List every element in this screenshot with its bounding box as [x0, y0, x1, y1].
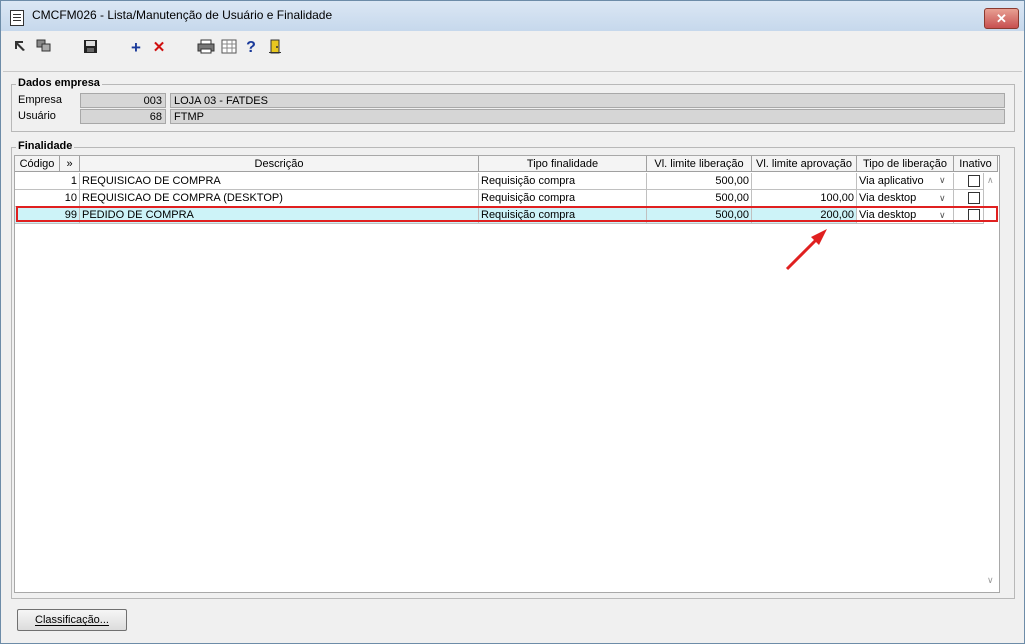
finalidade-legend: Finalidade	[16, 140, 75, 152]
title-bar[interactable]: CMCFM026 - Lista/Manutenção de Usuário e…	[1, 1, 1024, 31]
finalidade-grid[interactable]: Código » Descrição Tipo finalidade Vl. l…	[14, 155, 1000, 593]
toolbar: + ✕ ?	[1, 32, 1024, 62]
help-icon[interactable]: ?	[244, 39, 258, 56]
header-limite-liberacao[interactable]: Vl. limite liberação	[647, 156, 752, 172]
tipo-liberacao-value: Via desktop	[859, 209, 917, 221]
cell-descricao[interactable]: REQUISICAO DE COMPRA (DESKTOP)	[80, 190, 479, 207]
main-window: CMCFM026 - Lista/Manutenção de Usuário e…	[0, 0, 1025, 644]
close-button[interactable]: ✕	[984, 8, 1019, 29]
header-limite-aprovacao[interactable]: Vl. limite aprovação	[752, 156, 857, 172]
print-icon[interactable]	[197, 39, 215, 56]
inativo-checkbox[interactable]	[968, 175, 980, 187]
add-icon[interactable]: +	[129, 39, 143, 56]
cell-limite-liberacao[interactable]: 500,00	[647, 207, 752, 224]
cell-limite-aprovacao[interactable]: 100,00	[752, 190, 857, 207]
window-title: CMCFM026 - Lista/Manutenção de Usuário e…	[32, 8, 333, 22]
vertical-scrollbar[interactable]: ∧ ∨	[984, 172, 998, 591]
scroll-down-icon[interactable]: ∨	[987, 575, 994, 586]
table-row[interactable]: 99 PEDIDO DE COMPRA Requisição compra 50…	[15, 207, 998, 224]
header-tipo-finalidade[interactable]: Tipo finalidade	[479, 156, 647, 172]
chevron-down-icon[interactable]: ∨	[939, 193, 946, 204]
cell-descricao[interactable]: REQUISICAO DE COMPRA	[80, 173, 479, 190]
chevron-down-icon[interactable]: ∨	[939, 175, 946, 186]
red-arrow-annotation	[785, 229, 827, 271]
inativo-checkbox[interactable]	[968, 192, 980, 204]
dados-empresa-group: Dados empresa Empresa 003 LOJA 03 - FATD…	[11, 77, 1015, 132]
inativo-checkbox[interactable]	[968, 209, 980, 221]
classificacao-button-label: Classificação...	[35, 614, 109, 626]
cell-limite-liberacao[interactable]: 500,00	[647, 190, 752, 207]
tipo-liberacao-value: Via desktop	[859, 192, 917, 204]
cell-codigo[interactable]: 99	[15, 207, 80, 224]
cell-tipo-finalidade[interactable]: Requisição compra	[479, 173, 647, 190]
first-record-icon[interactable]	[13, 39, 27, 56]
document-icon	[10, 10, 24, 26]
usuario-code-field: 68	[80, 109, 166, 124]
header-tipo-liberacao[interactable]: Tipo de liberação	[857, 156, 954, 172]
grid-view-icon[interactable]	[221, 39, 237, 56]
cell-codigo[interactable]: 10	[15, 190, 80, 207]
cell-limite-aprovacao[interactable]: 200,00	[752, 207, 857, 224]
header-inativo[interactable]: Inativo	[954, 156, 998, 172]
cell-limite-liberacao[interactable]: 500,00	[647, 173, 752, 190]
empresa-code-field: 003	[80, 93, 166, 108]
empresa-label: Empresa	[18, 94, 63, 106]
copy-record-icon[interactable]	[36, 39, 52, 56]
chevron-down-icon[interactable]: ∨	[939, 210, 946, 221]
usuario-label: Usuário	[18, 110, 56, 122]
exit-door-icon[interactable]	[267, 39, 283, 56]
header-expand[interactable]: »	[60, 156, 80, 172]
table-row[interactable]: 10 REQUISICAO DE COMPRA (DESKTOP) Requis…	[15, 190, 998, 207]
dados-empresa-legend: Dados empresa	[16, 77, 102, 89]
cell-codigo[interactable]: 1	[15, 173, 80, 190]
empresa-name-field: LOJA 03 - FATDES	[170, 93, 1005, 108]
cell-descricao[interactable]: PEDIDO DE COMPRA	[80, 207, 479, 224]
scroll-up-icon[interactable]: ∧	[987, 175, 994, 186]
table-row[interactable]: 1 REQUISICAO DE COMPRA Requisição compra…	[15, 173, 998, 190]
classificacao-button[interactable]: Classificação...	[17, 609, 127, 631]
cell-limite-aprovacao[interactable]	[752, 173, 857, 190]
usuario-name-field: FTMP	[170, 109, 1005, 124]
toolbar-separator	[3, 71, 1022, 72]
save-icon[interactable]	[83, 39, 98, 56]
cell-tipo-finalidade[interactable]: Requisição compra	[479, 207, 647, 224]
delete-icon[interactable]: ✕	[152, 39, 166, 56]
cell-tipo-finalidade[interactable]: Requisição compra	[479, 190, 647, 207]
header-codigo[interactable]: Código	[15, 156, 60, 172]
header-descricao[interactable]: Descrição	[80, 156, 479, 172]
tipo-liberacao-value: Via aplicativo	[859, 175, 924, 187]
